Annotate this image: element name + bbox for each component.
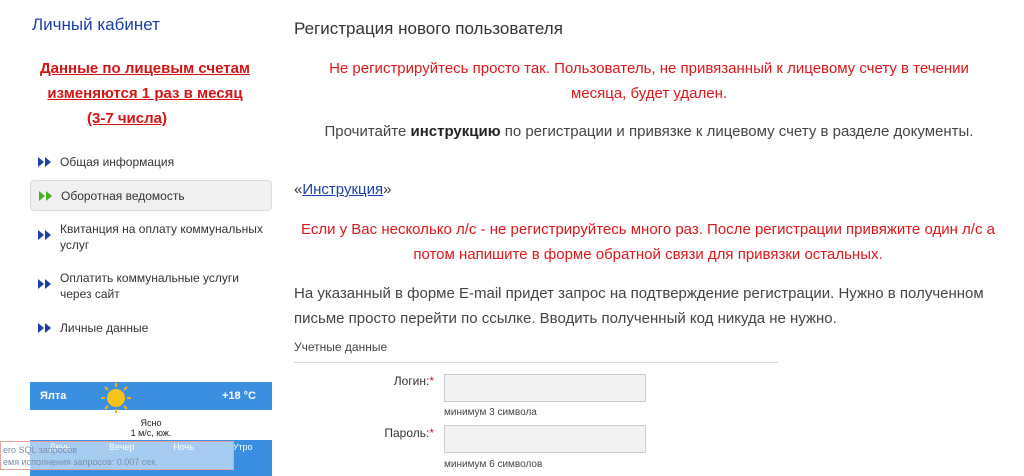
- instruction-link[interactable]: Инструкция: [302, 181, 383, 198]
- page-title: Регистрация нового пользователя: [294, 19, 563, 38]
- required-mark: *: [429, 374, 434, 388]
- weather-details: Ясно 1 м/с, юж.: [30, 410, 272, 438]
- sidebar-item-label: Личные данные: [60, 321, 149, 335]
- login-label-text: Логин:: [393, 374, 430, 388]
- double-arrow-icon: [38, 230, 51, 240]
- section-credentials: Учетные данные: [294, 340, 388, 354]
- double-arrow-icon: [39, 191, 52, 201]
- instruction-bold: инструкцию: [410, 123, 501, 140]
- sidebar: Личный кабинет Данные по лицевым счетам …: [0, 0, 280, 476]
- login-hint: минимум 3 символа: [444, 407, 537, 418]
- quote-close: »: [383, 181, 392, 198]
- password-label: Пароль:*: [294, 426, 434, 440]
- notice-line-1: Данные по лицевым счетам: [39, 60, 251, 77]
- sidebar-item-personal-data[interactable]: Личные данные: [30, 320, 272, 338]
- email-confirmation-note: На указанный в форме E-mail придет запро…: [294, 285, 984, 327]
- login-input[interactable]: [444, 374, 646, 402]
- sidebar-item-turnover[interactable]: Оборотная ведомость: [30, 180, 272, 211]
- sidebar-item-general-info[interactable]: Общая информация: [30, 154, 272, 172]
- update-notice: Данные по лицевым счетам изменяются 1 ра…: [10, 56, 280, 131]
- sidebar-item-pay-online[interactable]: Оплатить коммунальные услуги через сайт: [30, 270, 272, 304]
- sidebar-item-label: Квитанция на оплату коммунальных услуг: [60, 222, 263, 252]
- weather-condition: Ясно: [140, 418, 162, 428]
- weather-header: Ялта +18 °C: [30, 382, 272, 410]
- forecast-period: Утро: [232, 442, 253, 452]
- cabinet-title[interactable]: Личный кабинет: [32, 15, 160, 35]
- registration-content: Регистрация нового пользователя Не регис…: [294, 0, 1014, 476]
- password-hint: минимум 6 символов: [444, 459, 543, 470]
- instruction-link-wrap: «Инструкция»: [294, 181, 391, 198]
- sun-icon: [101, 383, 131, 413]
- double-arrow-icon: [38, 157, 51, 167]
- warning-unlinked-accounts: Не регистрируйтесь просто так. Пользоват…: [329, 60, 969, 102]
- instruction-text: Прочитайте: [324, 123, 411, 140]
- sidebar-item-label: Оплатить коммунальные услуги через сайт: [60, 271, 239, 301]
- sidebar-item-label: Оборотная ведомость: [61, 189, 185, 203]
- required-mark: *: [429, 426, 434, 440]
- double-arrow-icon: [38, 323, 51, 333]
- notice-line-2: изменяются 1 раз в месяц: [47, 85, 243, 102]
- debug-line: емя исполнения запросов: 0.007 сек.: [3, 457, 158, 467]
- debug-line: ero SQL запросов: [3, 445, 78, 455]
- double-arrow-icon: [38, 279, 51, 289]
- instruction-text: по регистрации и привязке к лицевому сче…: [500, 123, 974, 140]
- login-label: Логин:*: [294, 374, 434, 388]
- weather-city: Ялта: [40, 390, 67, 402]
- sidebar-item-receipt[interactable]: Квитанция на оплату коммунальных услуг: [30, 221, 272, 255]
- weather-wind: 1 м/с, юж.: [130, 428, 172, 438]
- warning-multiple-accounts: Если у Вас несколько л/с - не регистриру…: [301, 221, 995, 263]
- weather-temp: +18 °C: [221, 390, 256, 402]
- sidebar-item-label: Общая информация: [60, 155, 175, 169]
- password-label-text: Пароль:: [384, 426, 430, 440]
- password-input[interactable]: [444, 425, 646, 453]
- sql-debug-overlay: ero SQL запросов емя исполнения запросов…: [0, 441, 234, 470]
- instruction-note: Прочитайте инструкцию по регистрации и п…: [304, 119, 994, 144]
- section-divider: [294, 362, 778, 363]
- notice-line-3: (3-7 числа): [87, 110, 167, 127]
